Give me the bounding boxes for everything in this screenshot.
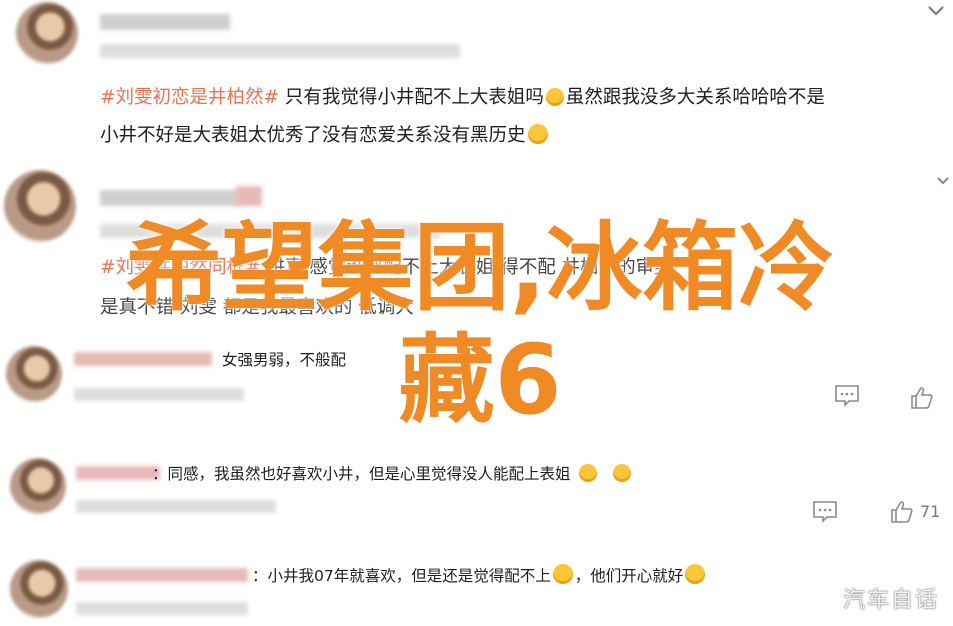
chevron-down-icon[interactable] [925,0,947,26]
timestamp [100,224,440,238]
emoji-icon [545,88,564,106]
username[interactable] [74,352,212,366]
comment-text: ：同感，我虽然也好喜欢小井，但是心里觉得没人能配上表姐 [152,462,633,486]
watermark: 汽车自话 [842,588,939,613]
timestamp [74,388,244,401]
hashtag-link[interactable]: #刘雯井柏然同框# [100,257,261,278]
like-icon[interactable] [890,500,914,524]
user-badge [236,186,262,206]
hashtag-link[interactable]: #刘雯初恋是井柏然# [100,87,279,108]
emoji-icon [612,464,631,482]
comment-text-line-2: 小井不好是大表姐太优秀了没有恋爱关系没有黑历史 [100,124,550,148]
comment-icon[interactable] [834,384,860,408]
like-icon[interactable] [910,386,934,410]
avatar[interactable] [4,170,76,242]
overlay-headline: 希望集团,冰箱冷 藏6 [40,212,920,436]
avatar[interactable] [10,560,68,618]
comment-icon[interactable] [812,500,838,524]
comment-text-line-1: #刘雯井柏然同框# 讲真 感觉谁都配不上大表姐 得不配 井柏然的审美 [100,257,673,278]
avatar[interactable] [10,458,66,514]
emoji-icon [527,124,548,144]
timestamp [100,44,460,58]
chevron-down-icon[interactable] [936,176,950,186]
username[interactable] [76,466,160,480]
comment-text-line-2: 是真不错 刘雯 都是我最喜欢的 低调大 [100,297,414,318]
timestamp [76,500,276,513]
comment-text: ：小井我07年就喜欢，但是还是觉得配不上 ，他们开心就好 [252,564,707,588]
username[interactable] [100,190,240,206]
emoji-icon [578,464,597,482]
comment-text: 女强男弱，不般配 [222,351,347,369]
timestamp [76,602,248,615]
emoji-icon [552,564,573,584]
username[interactable] [76,568,248,582]
avatar[interactable] [16,2,78,64]
like-count: 71 [920,502,941,521]
username[interactable] [100,14,230,30]
overlay-line-2: 藏6 [398,324,562,436]
emoji-icon [685,564,706,584]
comment-text-line-1: #刘雯初恋是井柏然# 只有我觉得小井配不上大表姐吗 虽然跟我没多大关系哈哈哈不是 [100,87,825,108]
avatar[interactable] [6,346,62,402]
